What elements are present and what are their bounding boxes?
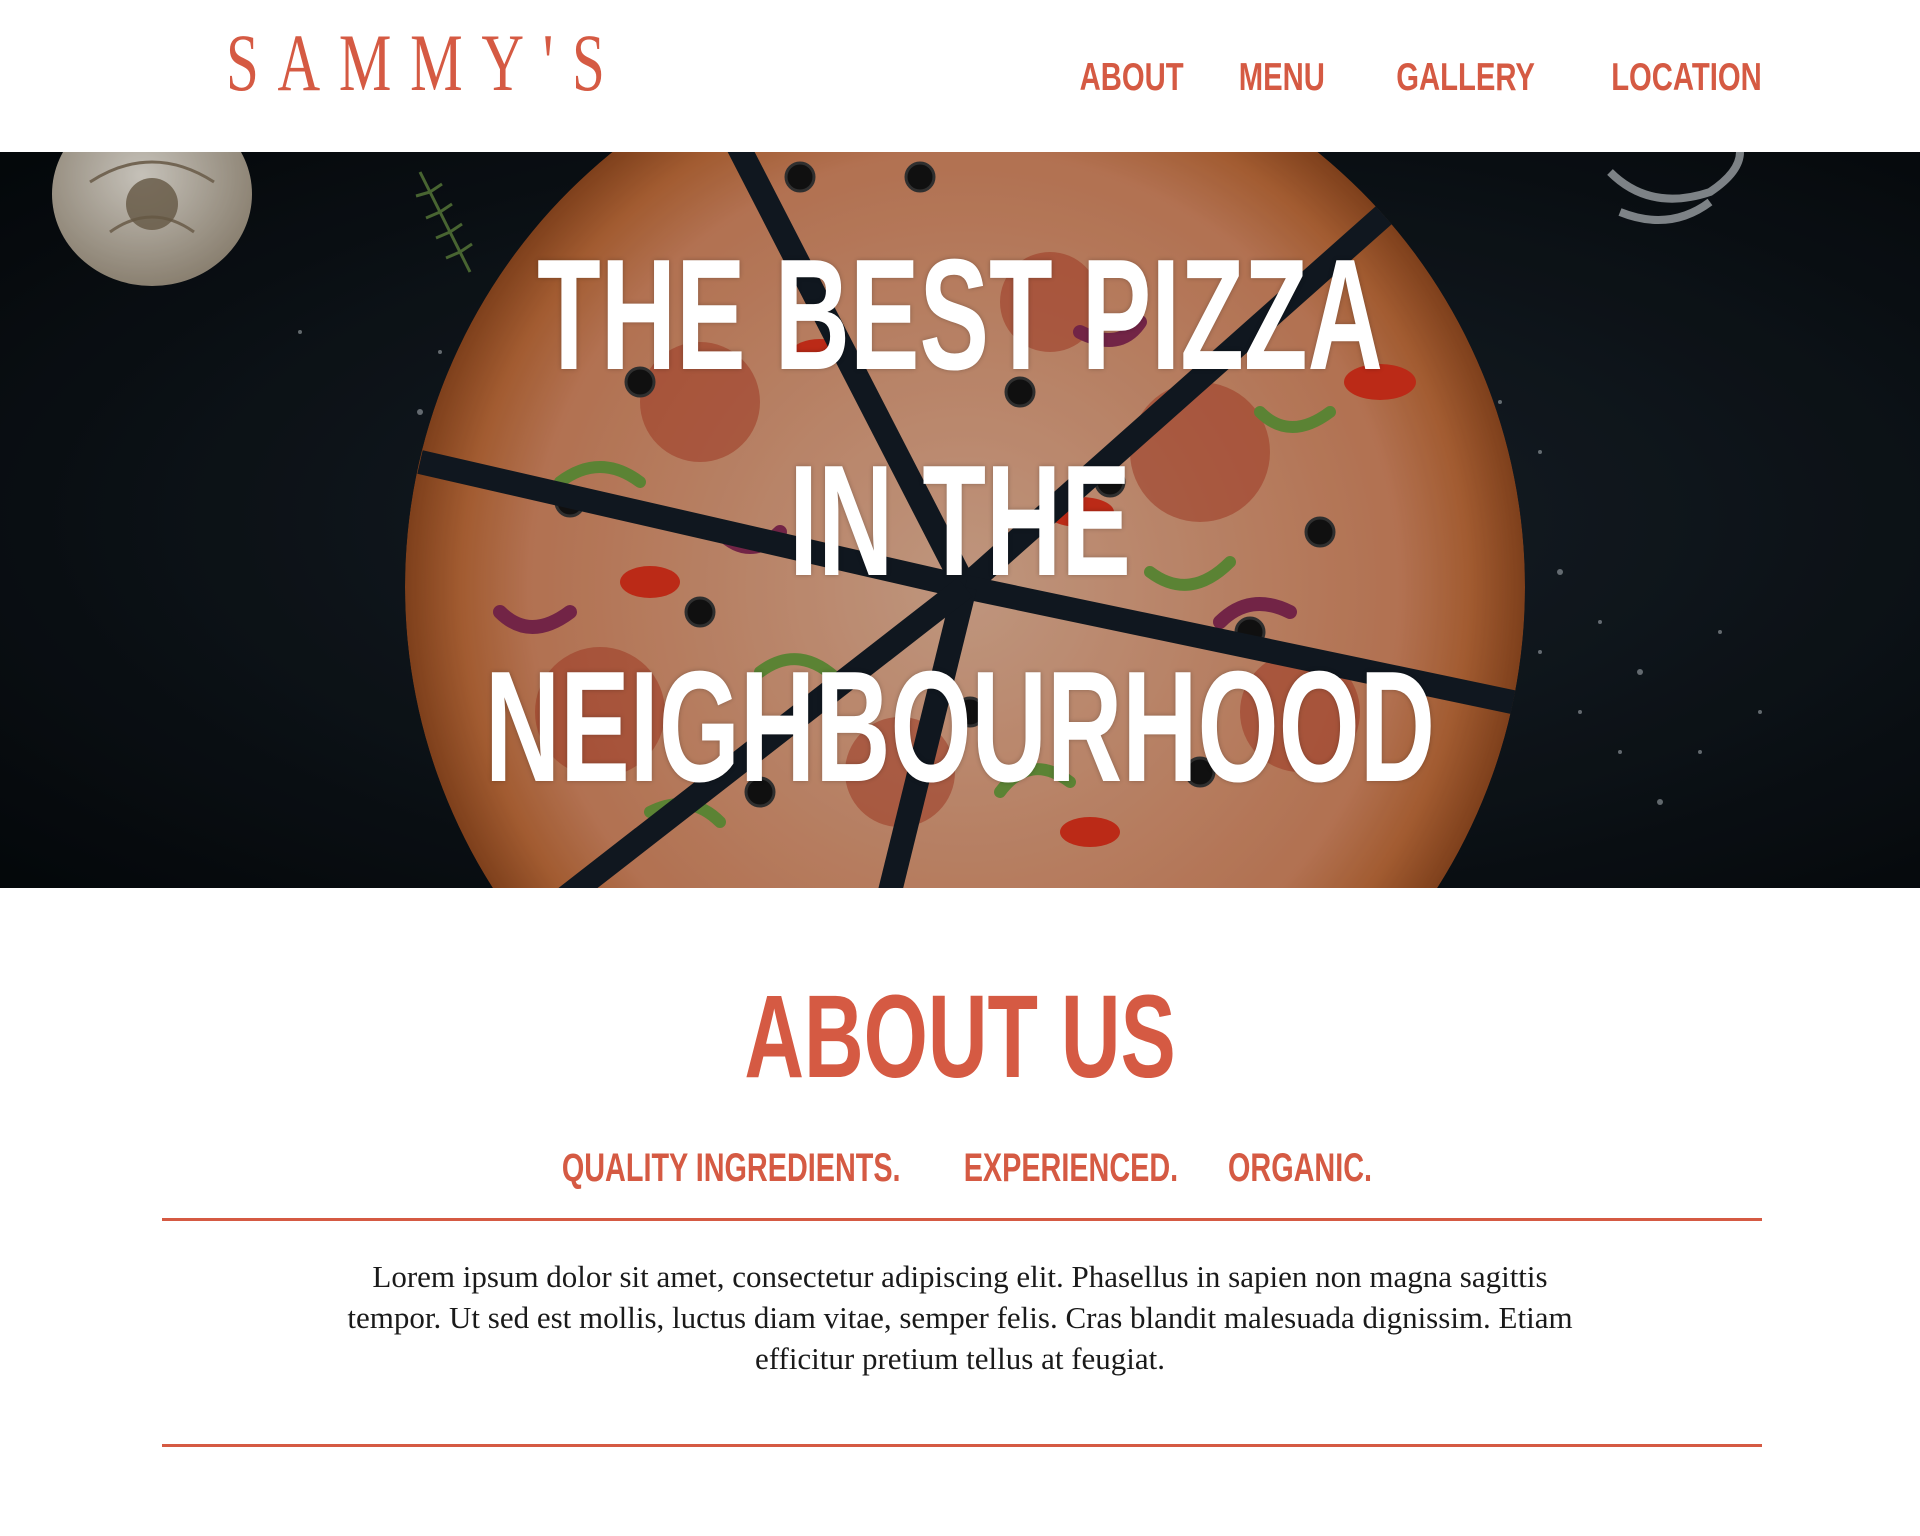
site-header: SAMMY'S ABOUT MENU GALLERY LOCATION <box>0 0 1920 152</box>
hero-title-line-2: IN THE <box>789 433 1131 609</box>
site-logo[interactable]: SAMMY'S <box>226 22 624 104</box>
about-divider-top <box>162 1218 1762 1221</box>
hero-title-line-1: THE BEST PIZZA <box>537 227 1383 403</box>
about-tag-quality: QUALITY INGREDIENTS. <box>561 1146 901 1190</box>
hero-title: THE BEST PIZZA IN THE NEIGHBOURHOOD <box>0 212 1920 830</box>
nav-link-menu[interactable]: MENU <box>1238 50 1324 106</box>
nav-link-location[interactable]: LOCATION <box>1611 50 1762 106</box>
hero-title-line-3: NEIGHBOURHOOD <box>484 639 1436 815</box>
about-title: ABOUT US <box>744 971 1176 1103</box>
nav-link-about[interactable]: ABOUT <box>1080 50 1184 106</box>
about-tag-organic: ORGANIC. <box>1228 1146 1373 1190</box>
about-tag-experienced: EXPERIENCED. <box>963 1146 1179 1190</box>
about-tags: QUALITY INGREDIENTS. EXPERIENCED. ORGANI… <box>0 1140 1920 1196</box>
about-body-text: Lorem ipsum dolor sit amet, consectetur … <box>347 1259 1573 1376</box>
about-divider-bottom <box>162 1444 1762 1447</box>
main-nav: ABOUT MENU GALLERY LOCATION <box>1059 50 1762 106</box>
nav-link-gallery[interactable]: GALLERY <box>1397 50 1536 106</box>
hero-banner: THE BEST PIZZA IN THE NEIGHBOURHOOD <box>0 152 1920 888</box>
